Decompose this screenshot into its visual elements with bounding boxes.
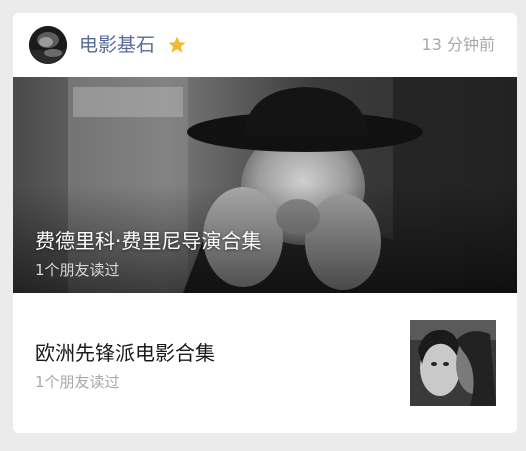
thumbnail-image: [410, 320, 496, 406]
account-name[interactable]: 电影基石: [79, 32, 155, 58]
star-icon: [168, 36, 186, 53]
account-avatar[interactable]: [29, 26, 67, 64]
hero-article-title[interactable]: 费德里科·费里尼导演合集: [35, 227, 261, 255]
article-card[interactable]: 电影基石 13 分钟前 费德里科·费里尼导演合集 1个朋友读过 欧洲先锋派电影合…: [13, 13, 517, 433]
article-read-count: 1个朋友读过: [35, 373, 120, 391]
hero-article-read-count: 1个朋友读过: [35, 261, 120, 279]
hero-article[interactable]: 费德里科·费里尼导演合集 1个朋友读过: [13, 77, 517, 293]
avatar-image: [29, 26, 67, 64]
post-timestamp: 13 分钟前: [421, 35, 495, 54]
card-header: 电影基石 13 分钟前: [13, 13, 517, 77]
list-item[interactable]: 欧洲先锋派电影合集 1个朋友读过: [13, 293, 517, 433]
article-thumbnail[interactable]: [410, 320, 496, 406]
article-title[interactable]: 欧洲先锋派电影合集: [35, 339, 215, 367]
